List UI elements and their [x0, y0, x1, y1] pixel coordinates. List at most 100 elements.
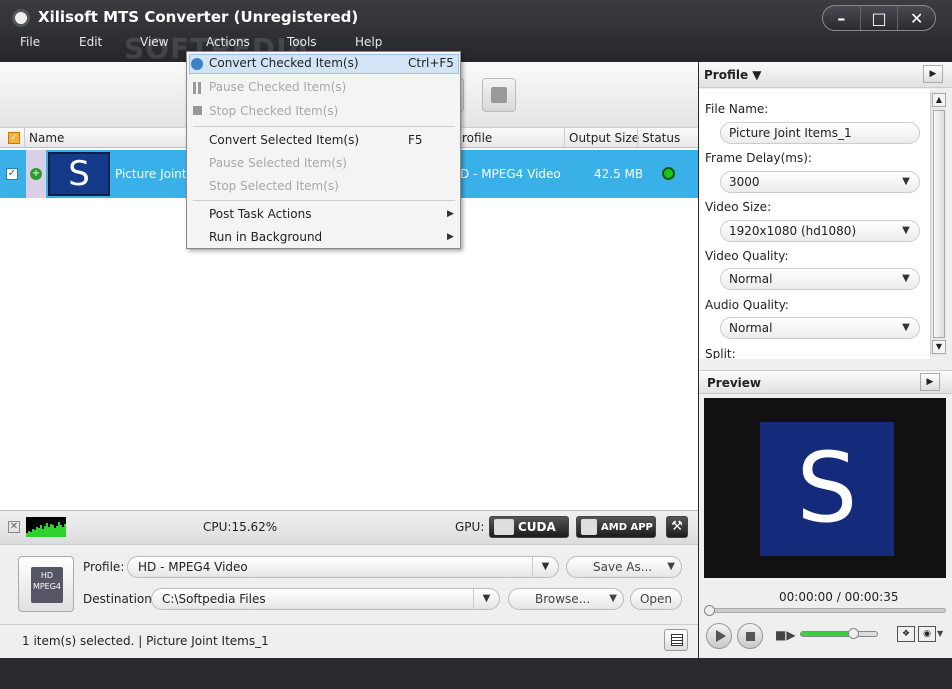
menu-file[interactable]: File — [20, 35, 40, 49]
profile-panel-header: Profile ▼ ▶ — [699, 62, 952, 88]
app-logo-icon — [12, 9, 30, 27]
chevron-down-icon[interactable]: ▼ — [893, 318, 919, 338]
close-button[interactable]: ✕ — [898, 6, 935, 30]
stop-icon — [193, 106, 202, 115]
cpu-bar: ✕ CPU:15.62% GPU: CUDA AMD APP ⚒ — [0, 510, 698, 544]
seek-bar[interactable] — [704, 605, 946, 616]
chevron-down-icon[interactable]: ▼ — [893, 221, 919, 241]
menu-separator — [193, 200, 455, 201]
stop-preview-button[interactable] — [737, 623, 763, 649]
chevron-down-icon[interactable]: ▼ — [893, 172, 919, 192]
expand-panel-button[interactable]: ▶ — [923, 65, 943, 83]
submenu-arrow-icon: ▶ — [447, 209, 454, 219]
scroll-thumb[interactable] — [933, 110, 945, 338]
volume-handle[interactable] — [848, 628, 859, 639]
status-bar: 1 item(s) selected. | Picture Joint Item… — [0, 624, 698, 658]
check-all-checkbox[interactable]: ✓ — [8, 132, 20, 144]
column-header-output-size[interactable]: Output Size — [569, 131, 639, 145]
field-label-file-name: File Name: — [705, 102, 769, 116]
open-button[interactable]: Open — [630, 588, 682, 610]
timecode: 00:00:00 / 00:00:35 — [779, 590, 899, 604]
field-label-split: Split: — [705, 347, 736, 359]
menu-item-stop-checked[interactable]: Stop Checked Item(s) — [209, 104, 338, 118]
shortcut-convert-selected: F5 — [408, 133, 423, 147]
audio-quality-select[interactable]: Normal ▼ — [720, 317, 920, 339]
menu-item-convert-selected[interactable]: Convert Selected Item(s) — [209, 133, 359, 147]
video-quality-select[interactable]: Normal ▼ — [720, 268, 920, 290]
cpu-usage: CPU:15.62% — [203, 520, 278, 534]
browse-button[interactable]: Browse... ▼ — [508, 588, 624, 610]
volume-slider[interactable] — [800, 628, 878, 639]
menu-edit[interactable]: Edit — [79, 35, 102, 49]
row-expand[interactable]: + — [26, 150, 46, 198]
preview-panel-title: Preview — [707, 376, 762, 390]
menu-tools[interactable]: Tools — [287, 35, 317, 49]
menu-item-pause-selected[interactable]: Pause Selected Item(s) — [209, 156, 347, 170]
chevron-down-icon[interactable]: ▼ — [937, 629, 943, 638]
destination-value: C:\Softpedia Files — [162, 592, 266, 606]
profile-format-icon[interactable]: HD MPEG4 — [18, 556, 74, 612]
destination-label: Destination: — [83, 592, 156, 606]
scroll-up-icon[interactable]: ▲ — [932, 93, 946, 107]
amd-label: AMD APP — [601, 521, 653, 533]
file-name-input[interactable]: Picture Joint Items_1 — [720, 122, 920, 144]
column-header-name[interactable]: Name — [29, 131, 64, 145]
seek-handle[interactable] — [704, 605, 715, 616]
convert-icon — [191, 58, 203, 70]
header-divider — [637, 128, 638, 148]
status-indicator — [662, 167, 675, 180]
menu-item-pause-checked[interactable]: Pause Checked Item(s) — [209, 80, 346, 94]
camera-icon[interactable]: ◉ — [918, 626, 936, 642]
destination-select[interactable]: C:\Softpedia Files ▼ — [151, 588, 500, 610]
header-divider — [24, 128, 25, 148]
maximize-button[interactable]: □ — [861, 6, 899, 30]
shortcut-convert-checked: Ctrl+F5 — [408, 56, 454, 70]
chevron-down-icon[interactable]: ▼ — [893, 269, 919, 289]
minimize-button[interactable]: – — [823, 6, 861, 30]
amd-app-button[interactable]: AMD APP — [576, 516, 656, 538]
profile-panel-title[interactable]: Profile ▼ — [704, 68, 762, 82]
preview-frame: S — [760, 422, 894, 556]
menu-item-run-in-background[interactable]: Run in Background — [209, 230, 322, 244]
menu-actions[interactable]: Actions — [206, 35, 250, 49]
row-output-size: 42.5 MB — [594, 167, 644, 181]
profile-select[interactable]: HD - MPEG4 Video ▼ — [127, 556, 559, 578]
stop-button[interactable] — [482, 78, 516, 112]
plus-icon: + — [30, 168, 42, 180]
header-divider — [564, 128, 565, 148]
menu-item-convert-checked[interactable]: Convert Checked Item(s) — [209, 56, 359, 70]
column-header-profile[interactable]: rofile — [462, 131, 492, 145]
play-button[interactable] — [706, 623, 732, 649]
cuda-button[interactable]: CUDA — [489, 516, 569, 538]
profile-value: HD - MPEG4 Video — [138, 560, 248, 574]
column-header-status[interactable]: Status — [642, 131, 680, 145]
chevron-down-icon[interactable]: ▼ — [667, 557, 675, 577]
output-settings-panel: HD MPEG4 Profile: HD - MPEG4 Video ▼ Save … — [0, 544, 698, 624]
wrench-icon[interactable]: ⚒ — [666, 516, 688, 538]
video-size-select[interactable]: 1920x1080 (hd1080) ▼ — [720, 220, 920, 242]
nvidia-icon — [494, 519, 514, 535]
stop-icon — [746, 632, 755, 641]
preview-screen: S — [704, 398, 946, 578]
scroll-down-icon[interactable]: ▼ — [932, 340, 946, 354]
menu-view[interactable]: View — [140, 35, 168, 49]
speaker-icon[interactable]: ■▶ — [775, 628, 796, 642]
frame-delay-select[interactable]: 3000 ▼ — [720, 171, 920, 193]
profile-scrollbar[interactable]: ▲ ▼ — [930, 92, 946, 356]
fullscreen-icon[interactable]: ❖ — [897, 626, 915, 642]
save-as-button[interactable]: Save As... ▼ — [566, 556, 682, 578]
chevron-down-icon[interactable]: ▼ — [609, 589, 617, 609]
menu-item-stop-selected[interactable]: Stop Selected Item(s) — [209, 179, 339, 193]
field-label-audio-quality: Audio Quality: — [705, 298, 789, 312]
window-title: Xilisoft MTS Converter (Unregistered) — [38, 8, 359, 26]
menu-help[interactable]: Help — [355, 35, 382, 49]
row-checkbox[interactable]: ✓ — [6, 168, 18, 180]
list-icon — [671, 634, 683, 646]
close-icon[interactable]: ✕ — [8, 521, 20, 533]
row-profile[interactable]: D - MPEG4 Video — [460, 167, 561, 181]
expand-preview-button[interactable]: ▶ — [920, 373, 940, 391]
log-button[interactable] — [664, 629, 688, 651]
chevron-down-icon[interactable]: ▼ — [532, 557, 558, 577]
menu-item-post-task-actions[interactable]: Post Task Actions — [209, 207, 311, 221]
chevron-down-icon[interactable]: ▼ — [473, 589, 499, 609]
